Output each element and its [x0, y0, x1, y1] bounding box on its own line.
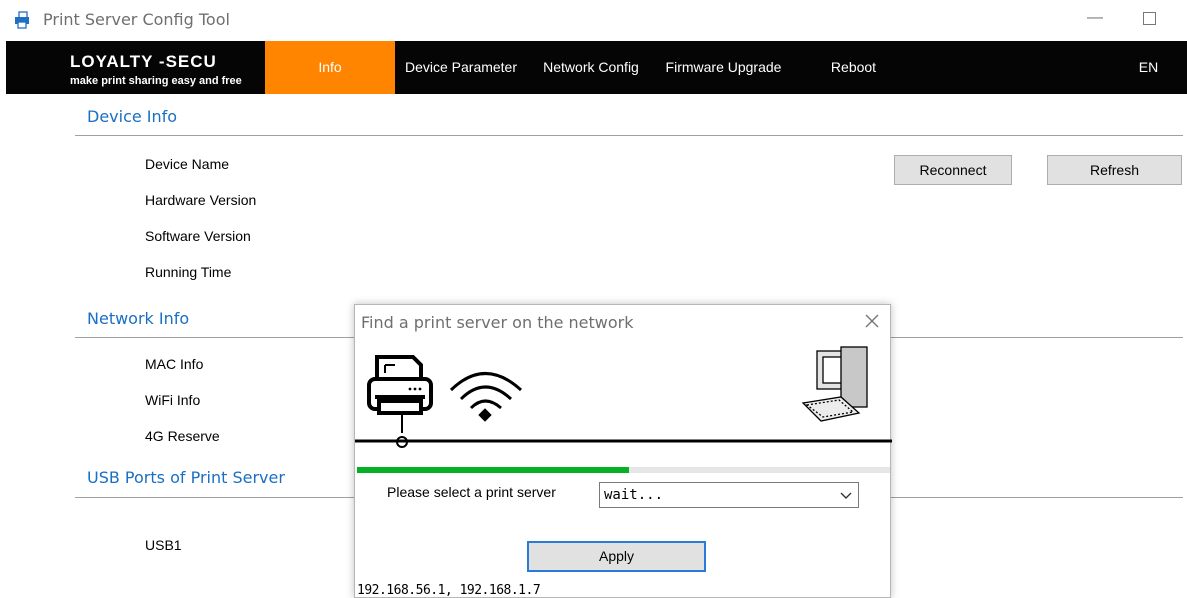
tab-network-config[interactable]: Network Config — [536, 41, 646, 94]
section-title-usb-ports: USB Ports of Print Server — [87, 468, 285, 487]
maximize-button[interactable] — [1143, 12, 1156, 25]
select-value: wait... — [604, 487, 664, 503]
find-server-dialog: Find a print server on the network Pleas… — [354, 304, 892, 598]
window-title: Print Server Config Tool — [43, 10, 230, 29]
window-titlebar: Print Server Config Tool — — [0, 0, 1187, 40]
print-server-select[interactable]: wait... — [599, 482, 859, 508]
ip-address-list: 192.168.56.1, 192.168.1.7 — [357, 583, 541, 598]
tab-device-parameter[interactable]: Device Parameter — [401, 41, 521, 94]
apply-button[interactable]: Apply — [527, 541, 706, 572]
app-icon — [15, 11, 29, 29]
language-switch[interactable]: EN — [1131, 41, 1166, 94]
chevron-down-icon — [840, 492, 852, 499]
section-title-network-info: Network Info — [87, 309, 190, 328]
computer-icon — [801, 346, 868, 422]
brand-tagline: make print sharing easy and free — [70, 75, 242, 87]
section-title-device-info: Device Info — [87, 107, 178, 126]
reconnect-button[interactable]: Reconnect — [894, 155, 1012, 185]
dialog-title: Find a print server on the network — [361, 313, 634, 332]
close-icon[interactable] — [861, 310, 883, 332]
progress-fill — [357, 467, 629, 473]
section-divider — [75, 135, 1183, 136]
tab-info[interactable]: Info — [265, 41, 395, 94]
brand-logo: LOYALTY -SECU make print sharing easy an… — [70, 53, 270, 89]
label-usb1: USB1 — [145, 537, 182, 553]
network-graphic — [355, 346, 892, 448]
label-hardware-version: Hardware Version — [145, 192, 257, 208]
search-progress-bar — [357, 467, 890, 473]
select-server-label: Please select a print server — [387, 484, 556, 500]
minimize-button[interactable]: — — [1085, 6, 1105, 30]
label-wifi-info: WiFi Info — [145, 392, 201, 408]
printer-icon — [367, 355, 433, 448]
wifi-icon — [449, 372, 523, 422]
label-device-name: Device Name — [145, 156, 230, 172]
nav-bar: LOYALTY -SECU make print sharing easy an… — [6, 41, 1187, 94]
label-mac-info: MAC Info — [145, 356, 204, 372]
tab-reboot[interactable]: Reboot — [821, 41, 886, 94]
label-running-time: Running Time — [145, 264, 232, 280]
brand-name: LOYALTY -SECU — [70, 52, 217, 71]
tab-firmware-upgrade[interactable]: Firmware Upgrade — [656, 41, 791, 94]
label-4g-reserve: 4G Reserve — [145, 428, 220, 444]
refresh-button[interactable]: Refresh — [1047, 155, 1182, 185]
label-software-version: Software Version — [145, 228, 251, 244]
